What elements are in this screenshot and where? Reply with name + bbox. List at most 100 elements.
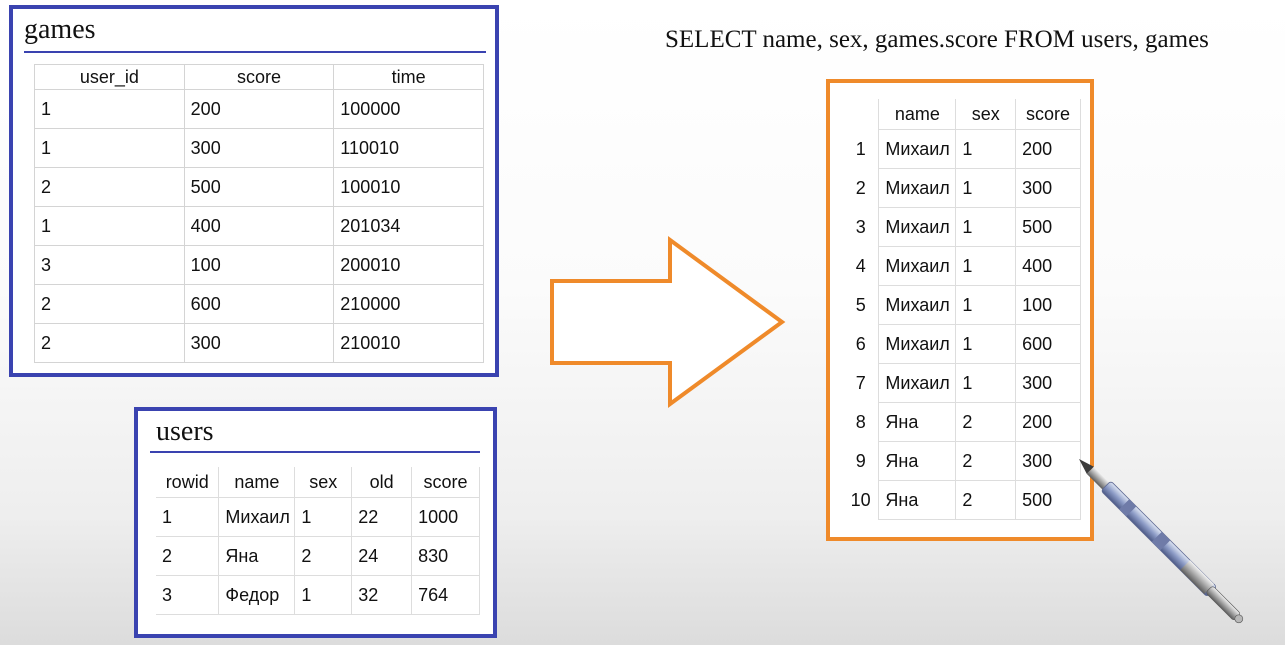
users-table-cell: 830: [411, 536, 480, 576]
result-table-cell: 600: [1015, 324, 1081, 364]
result-column-header: score: [1015, 99, 1081, 130]
result-table-cell: 1: [955, 207, 1017, 247]
result-table-cell: 2: [955, 480, 1017, 520]
users-table-row: 3 Федор 1 32 764: [156, 575, 480, 615]
result-table-row: 6 Михаил 1 600: [843, 324, 1081, 364]
result-table-cell: 1: [955, 285, 1017, 325]
games-column-header: user_id: [34, 64, 185, 90]
result-row-number: 1: [855, 138, 866, 159]
result-table-row: 1 Михаил 1 200: [843, 129, 1081, 169]
games-table-cell: 2: [34, 284, 185, 324]
games-table-cell: 3: [34, 245, 185, 285]
users-column-header: score: [411, 467, 480, 498]
users-table-cell: 32: [351, 575, 413, 615]
result-row-number: 2: [855, 177, 866, 198]
users-table-cell: 2: [156, 536, 220, 576]
result-row-number: 7: [855, 372, 866, 393]
result-index-header: [843, 99, 879, 130]
result-column-header: name: [878, 99, 957, 130]
result-table-cell: Яна: [878, 441, 957, 481]
result-table-cell: 1: [955, 129, 1017, 169]
result-table-cell: 300: [1015, 168, 1081, 208]
result-table-cell: 400: [1015, 246, 1081, 286]
result-row-number: 10: [850, 489, 871, 510]
result-table-cell: 2: [955, 441, 1017, 481]
result-table-cell: Михаил: [878, 324, 957, 364]
games-table-cell: 600: [183, 284, 335, 324]
result-table-cell: 500: [1015, 207, 1081, 247]
result-table-cell: 100: [1015, 285, 1081, 325]
games-table-row: 2 300 210010: [34, 323, 484, 363]
result-table-cell: Михаил: [878, 207, 957, 247]
result-table-row: 7 Михаил 1 300: [843, 363, 1081, 403]
users-table-cell: 1: [156, 497, 220, 537]
result-table-row: 8 Яна 2 200: [843, 402, 1081, 442]
users-table-row: 1 Михаил 1 22 1000: [156, 497, 480, 537]
result-row-number: 9: [855, 450, 866, 471]
users-table-cell: 1: [294, 575, 353, 615]
games-table-row: 1 300 110010: [34, 128, 484, 168]
users-table-cell: 1: [294, 497, 353, 537]
result-table-row: 10 Яна 2 500: [843, 480, 1081, 520]
games-table-title: games: [24, 14, 96, 45]
games-table-cell: 1: [34, 128, 185, 168]
games-table-cell: 201034: [333, 206, 484, 246]
result-header-row: name sex score: [843, 99, 1081, 130]
games-table-cell: 300: [183, 128, 335, 168]
result-table-cell: 200: [1015, 402, 1081, 442]
result-row-number: 5: [855, 294, 866, 315]
result-table-row: 4 Михаил 1 400: [843, 246, 1081, 286]
users-table-cell: 2: [294, 536, 353, 576]
games-table-cell: 2: [34, 167, 185, 207]
users-table-cell: Федор: [218, 575, 296, 615]
games-table-cell: 100010: [333, 167, 484, 207]
games-column-header: score: [183, 64, 335, 90]
games-table-row: 2 600 210000: [34, 284, 484, 324]
result-table-row: 3 Михаил 1 500: [843, 207, 1081, 247]
result-table-cell: Яна: [878, 480, 957, 520]
users-title-underline: [150, 451, 480, 453]
users-table-row: 2 Яна 2 24 830: [156, 536, 480, 576]
users-column-header: old: [351, 467, 413, 498]
users-table-cell: Михаил: [218, 497, 296, 537]
result-row-number: 3: [855, 216, 866, 237]
games-table-cell: 200010: [333, 245, 484, 285]
games-header-row: user_id score time: [34, 64, 484, 90]
games-table-cell: 400: [183, 206, 335, 246]
games-title-underline: [24, 51, 486, 53]
result-table-cell: Михаил: [878, 168, 957, 208]
result-table-cell: 2: [955, 402, 1017, 442]
sql-query: SELECT name, sex, games.score FROM users…: [665, 26, 1209, 53]
result-table-row: 2 Михаил 1 300: [843, 168, 1081, 208]
games-table: user_id score time 1 200 100000 1 300 110010 2 50…: [34, 64, 484, 363]
games-column-header: time: [333, 64, 484, 90]
games-table-cell: 2: [34, 323, 185, 363]
right-arrow-icon: [550, 236, 786, 408]
users-header-row: rowid name sex old score: [156, 467, 480, 498]
users-table-cell: 24: [351, 536, 413, 576]
users-table-cell: 3: [156, 575, 220, 615]
users-table: rowid name sex old score 1 Михаил 1 22 1000 2 Яна 2…: [156, 467, 480, 615]
result-table-cell: 1: [955, 168, 1017, 208]
result-table-cell: Яна: [878, 402, 957, 442]
result-table-cell: 300: [1015, 363, 1081, 403]
result-table-cell: 1: [955, 246, 1017, 286]
games-table-cell: 200: [183, 89, 335, 129]
users-table-cell: Яна: [218, 536, 296, 576]
users-table-cell: 22: [351, 497, 413, 537]
pen-icon: [1079, 459, 1244, 624]
users-column-header: sex: [294, 467, 353, 498]
games-table-cell: 300: [183, 323, 335, 363]
result-row-number: 6: [855, 333, 866, 354]
games-table-cell: 210010: [333, 323, 484, 363]
result-table-cell: 1: [955, 363, 1017, 403]
games-table-row: 3 100 200010: [34, 245, 484, 285]
games-table-cell: 210000: [333, 284, 484, 324]
result-table-row: 9 Яна 2 300: [843, 441, 1081, 481]
result-table-cell: 1: [955, 324, 1017, 364]
result-table-cell: Михаил: [878, 363, 957, 403]
result-table: name sex score 1 Михаил 1 200 2 Михаил 1 300 3 Миха…: [843, 99, 1081, 520]
games-table-row: 1 200 100000: [34, 89, 484, 129]
result-row-number: 4: [855, 255, 866, 276]
games-table-cell: 1: [34, 89, 185, 129]
